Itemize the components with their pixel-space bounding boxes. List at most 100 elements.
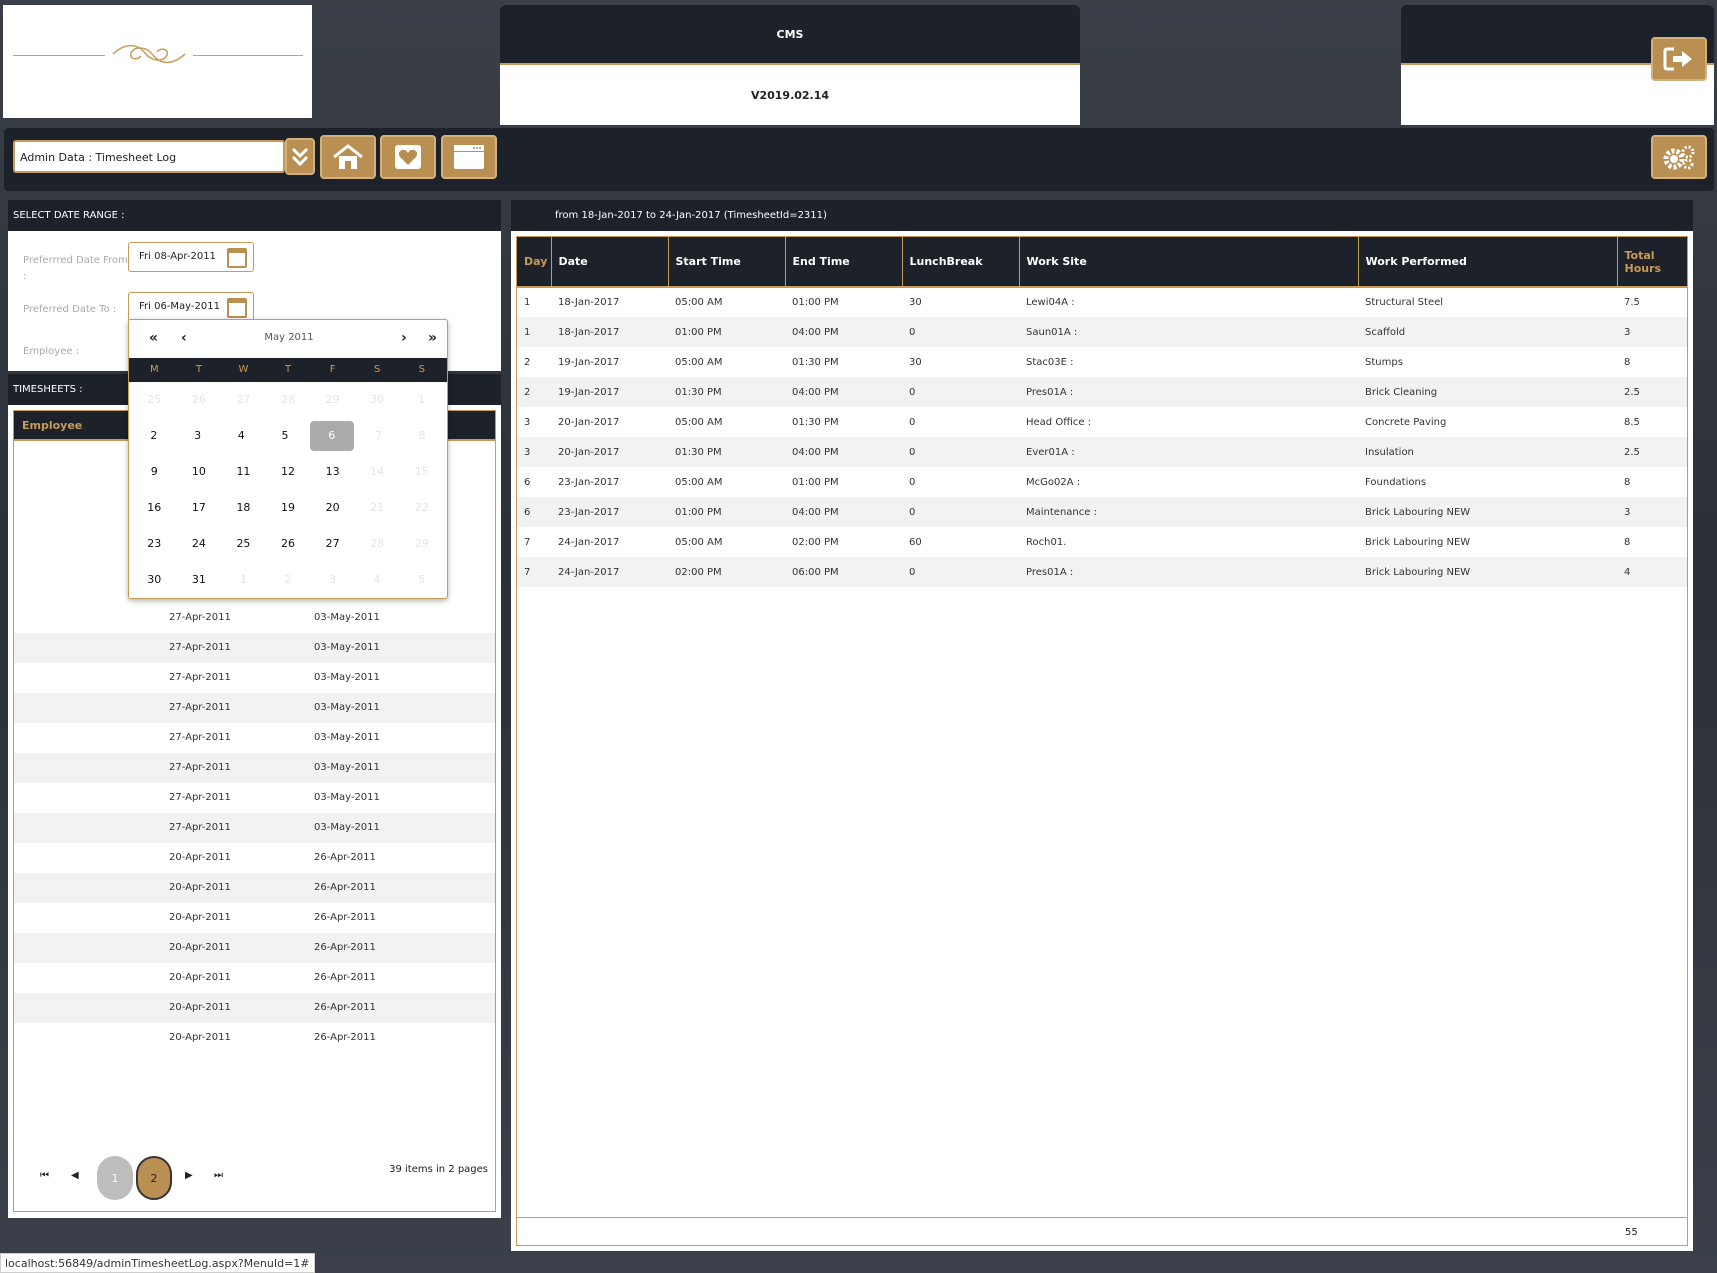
calendar-day[interactable]: 30 [132, 562, 177, 598]
next-page-button[interactable]: ▶ [185, 1170, 193, 1181]
timesheet-start-date: 27-Apr-2011 [169, 642, 231, 653]
calendar-icon[interactable] [227, 248, 247, 268]
calendar-day[interactable]: 2 [132, 418, 176, 454]
next-year-button[interactable]: » [428, 330, 437, 346]
calendar-day[interactable]: 4 [355, 562, 400, 598]
page-2-button[interactable]: 2 [136, 1156, 172, 1200]
page-1-button[interactable]: 1 [97, 1156, 133, 1200]
calendar-day[interactable]: 9 [132, 454, 177, 490]
calendar-day[interactable]: 27 [310, 526, 355, 562]
prev-page-button[interactable]: ◀ [71, 1170, 79, 1181]
calendar-day[interactable]: 1 [399, 382, 444, 418]
calendar-title[interactable]: May 2011 [239, 332, 339, 343]
table-row[interactable]: 3 20-Jan-2017 01:30 PM 04:00 PM 0 Ever01A : In… [517, 437, 1687, 467]
table-row[interactable]: 6 23-Jan-2017 01:00 PM 04:00 PM 0 Maintenance… [517, 497, 1687, 527]
column-header-date[interactable]: Date [550, 237, 668, 288]
timesheet-row[interactable]: 20-Apr-2011 26-Apr-2011 [14, 963, 495, 993]
calendar-day[interactable]: 15 [399, 454, 444, 490]
timesheet-row[interactable]: 27-Apr-2011 03-May-2011 [14, 783, 495, 813]
timesheet-row[interactable]: 20-Apr-2011 26-Apr-2011 [14, 873, 495, 903]
date-from-input[interactable]: Fri 08-Apr-2011 [128, 242, 254, 272]
cell-work-performed: Brick Labouring NEW [1358, 497, 1617, 527]
home-button[interactable] [320, 135, 376, 179]
calendar-day[interactable]: 13 [310, 454, 355, 490]
table-row[interactable]: 1 18-Jan-2017 01:00 PM 04:00 PM 0 Saun01A : Sc… [517, 317, 1687, 347]
calendar-day[interactable]: 2 [266, 562, 311, 598]
calendar-day[interactable]: 10 [177, 454, 222, 490]
calendar-icon[interactable] [227, 298, 247, 318]
next-month-button[interactable]: › [401, 330, 407, 346]
calendar-day[interactable]: 28 [355, 526, 400, 562]
menu-dropdown-button[interactable] [285, 138, 315, 175]
column-header-work-site[interactable]: Work Site [1018, 237, 1358, 288]
cell-work-performed: Brick Labouring NEW [1365, 536, 1471, 548]
calendar-day[interactable]: 20 [310, 490, 355, 526]
timesheet-row[interactable]: 27-Apr-2011 03-May-2011 [14, 723, 495, 753]
calendar-day[interactable]: 16 [132, 490, 177, 526]
calendar-day[interactable]: 19 [266, 490, 311, 526]
prev-month-button[interactable]: ‹ [181, 330, 187, 346]
calendar-day[interactable]: 25 [132, 382, 177, 418]
calendar-day[interactable]: 27 [221, 382, 266, 418]
calendar-day[interactable]: 14 [355, 454, 400, 490]
calendar-day[interactable]: 11 [221, 454, 266, 490]
date-to-input[interactable]: Fri 06-May-2011 [128, 292, 254, 322]
timesheet-row[interactable]: 27-Apr-2011 03-May-2011 [14, 813, 495, 843]
calendar-day-selected[interactable]: 6 [309, 421, 354, 451]
prev-year-button[interactable]: « [149, 330, 158, 346]
settings-button[interactable] [1651, 135, 1707, 179]
calendar-day[interactable]: 5 [399, 562, 444, 598]
timesheet-row[interactable]: 27-Apr-2011 03-May-2011 [14, 663, 495, 693]
column-header-lunch-break[interactable]: LunchBreak [901, 237, 1019, 288]
timesheet-row[interactable]: 20-Apr-2011 26-Apr-2011 [14, 903, 495, 933]
timesheet-row[interactable]: 27-Apr-2011 03-May-2011 [14, 633, 495, 663]
table-row[interactable]: 1 18-Jan-2017 05:00 AM 01:00 PM 30 Lewi04A : S… [517, 287, 1687, 317]
calendar-day[interactable]: 23 [132, 526, 177, 562]
column-header-end-time[interactable]: End Time [784, 237, 902, 288]
calendar-day[interactable]: 21 [355, 490, 400, 526]
timesheet-row[interactable]: 20-Apr-2011 26-Apr-2011 [14, 843, 495, 873]
calendar-day[interactable]: 29 [310, 382, 355, 418]
calendar-day[interactable]: 28 [266, 382, 311, 418]
calendar-day[interactable]: 29 [399, 526, 444, 562]
column-header-total-hours[interactable]: Total Hours [1616, 237, 1687, 288]
calendar-day[interactable]: 4 [219, 418, 263, 454]
calendar-day[interactable]: 1 [221, 562, 266, 598]
calendar-day[interactable]: 12 [266, 454, 311, 490]
first-page-button[interactable]: ⏮ [40, 1170, 49, 1181]
calendar-day[interactable]: 7 [357, 418, 401, 454]
calendar-day[interactable]: 5 [263, 418, 307, 454]
calendar-day[interactable]: 24 [177, 526, 222, 562]
calendar-day[interactable]: 18 [221, 490, 266, 526]
calendar-day[interactable]: 26 [266, 526, 311, 562]
timesheet-row[interactable]: 20-Apr-2011 26-Apr-2011 [14, 993, 495, 1023]
column-header-day[interactable]: Day [517, 237, 551, 288]
window-button[interactable] [441, 135, 497, 179]
table-row[interactable]: 7 24-Jan-2017 05:00 AM 02:00 PM 60 Roch01. Bri… [517, 527, 1687, 557]
logout-button[interactable] [1651, 37, 1707, 81]
column-header-work-performed[interactable]: Work Performed [1357, 237, 1617, 288]
table-row[interactable]: 6 23-Jan-2017 05:00 AM 01:00 PM 0 McGo02A : Fo… [517, 467, 1687, 497]
calendar-day[interactable]: 30 [355, 382, 400, 418]
timesheet-row[interactable]: 27-Apr-2011 03-May-2011 [14, 693, 495, 723]
timesheet-row[interactable]: 20-Apr-2011 26-Apr-2011 [14, 1023, 495, 1053]
calendar-day[interactable]: 25 [221, 526, 266, 562]
calendar-day[interactable]: 17 [177, 490, 222, 526]
calendar-day[interactable]: 22 [399, 490, 444, 526]
table-row[interactable]: 2 19-Jan-2017 01:30 PM 04:00 PM 0 Pres01A : Br… [517, 377, 1687, 407]
calendar-day[interactable]: 3 [176, 418, 220, 454]
timesheet-row[interactable]: 27-Apr-2011 03-May-2011 [14, 603, 495, 633]
menu-select[interactable]: Admin Data : Timesheet Log [13, 140, 285, 173]
calendar-day[interactable]: 3 [310, 562, 355, 598]
favorites-button[interactable] [380, 135, 436, 179]
table-row[interactable]: 2 19-Jan-2017 05:00 AM 01:30 PM 30 Stac03E : S… [517, 347, 1687, 377]
calendar-day[interactable]: 26 [177, 382, 222, 418]
timesheet-row[interactable]: 27-Apr-2011 03-May-2011 [14, 753, 495, 783]
table-row[interactable]: 7 24-Jan-2017 02:00 PM 06:00 PM 0 Pres01A : Br… [517, 557, 1687, 587]
last-page-button[interactable]: ⏭ [214, 1170, 223, 1181]
table-row[interactable]: 3 20-Jan-2017 05:00 AM 01:30 PM 0 Head Office… [517, 407, 1687, 437]
timesheet-row[interactable]: 20-Apr-2011 26-Apr-2011 [14, 933, 495, 963]
calendar-day[interactable]: 8 [400, 418, 444, 454]
column-header-start-time[interactable]: Start Time [667, 237, 785, 288]
calendar-day[interactable]: 31 [177, 562, 222, 598]
